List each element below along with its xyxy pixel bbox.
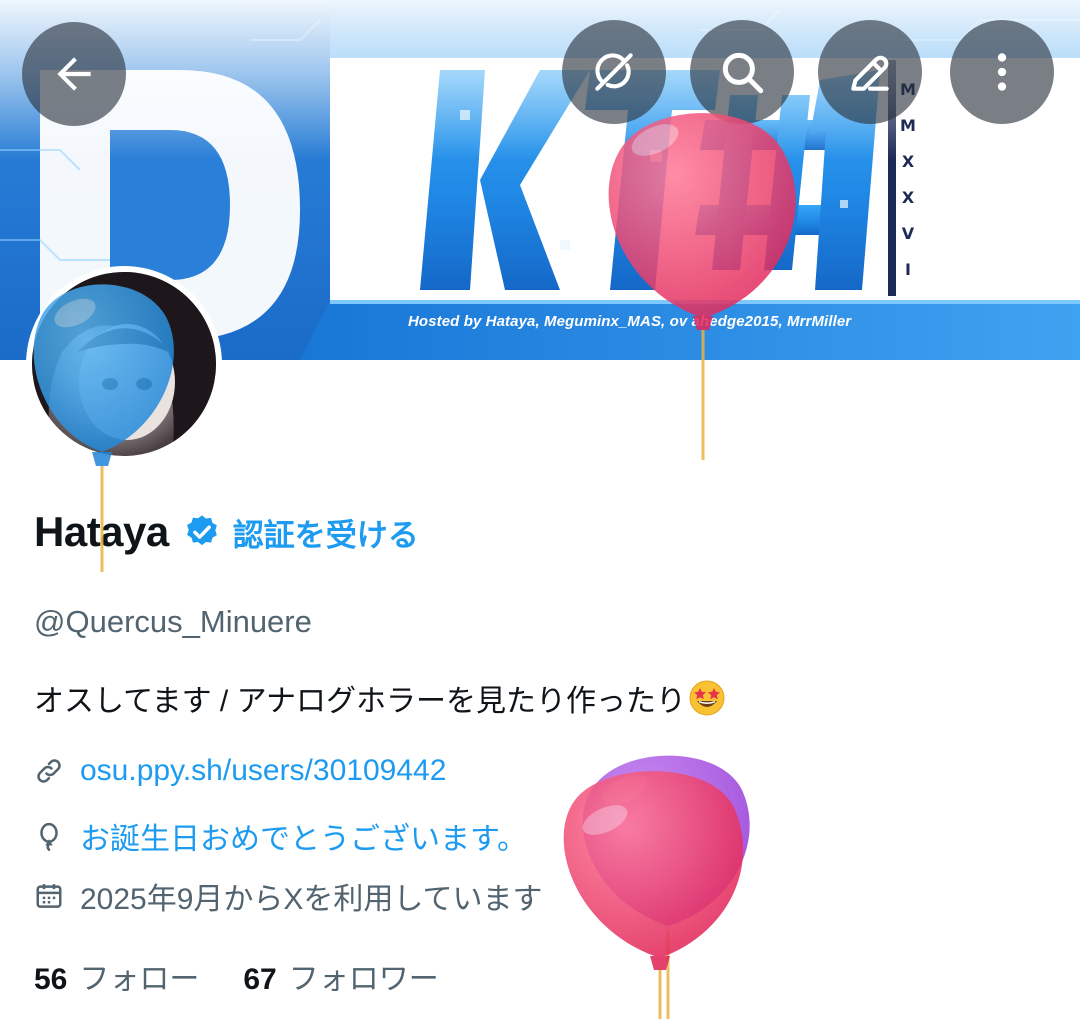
followers-count: 67 [243,963,277,996]
search-icon [722,52,764,94]
website-row: osu.ppy.sh/users/30109442 [34,754,446,788]
following-count: 56 [34,963,68,996]
calendar-icon [36,884,62,908]
followers-link[interactable]: 67 フォロワー [243,954,438,998]
joined-date-text: 2025年9月からXを利用しています [80,883,543,916]
birthday-text[interactable]: お誕生日おめでとうございます。 [80,814,527,858]
edit-button[interactable] [818,20,922,124]
edit-pencil-icon [851,55,889,91]
website-link[interactable]: osu.ppy.sh/users/30109442 [80,754,446,788]
birthday-row: お誕生日おめでとうございます。 [34,814,527,858]
profile-avatar[interactable] [26,266,222,462]
followers-label: フォロワー [288,963,439,996]
avatar-image [32,272,216,456]
link-icon [37,759,61,783]
follow-stats: 56 フォロー 67 フォロワー [34,954,439,998]
more-options-button[interactable] [950,20,1054,124]
verified-badge-icon[interactable] [183,513,221,551]
more-vertical-icon [997,53,1007,91]
display-name: Hataya [34,508,169,555]
following-link[interactable]: 56 フォロー [34,954,199,998]
name-row: Hataya 認証を受ける [34,508,419,556]
purple-balloon [582,755,750,1019]
grok-icon [595,53,633,91]
user-handle: @Quercus_Minuere [34,604,312,639]
grok-button[interactable] [562,20,666,124]
search-button[interactable] [690,20,794,124]
get-verified-link[interactable]: 認証を受ける [233,510,419,555]
back-button[interactable] [22,22,126,126]
star-struck-emoji-icon [689,680,725,716]
balloon-icon [40,822,58,851]
red-balloon-bottom [563,771,744,1019]
banner-credit-text: Hosted by Hataya, Meguminx_MAS, ov ahedg… [408,313,852,330]
back-arrow-icon [57,57,91,91]
following-label: フォロー [79,963,200,996]
profile-bio: オスしてます / アナログホラーを見たり作ったり [34,676,725,720]
bio-text: オスしてます / アナログホラーを見たり作ったり [34,685,687,718]
joined-row: 2025年9月からXを利用しています [34,874,543,918]
